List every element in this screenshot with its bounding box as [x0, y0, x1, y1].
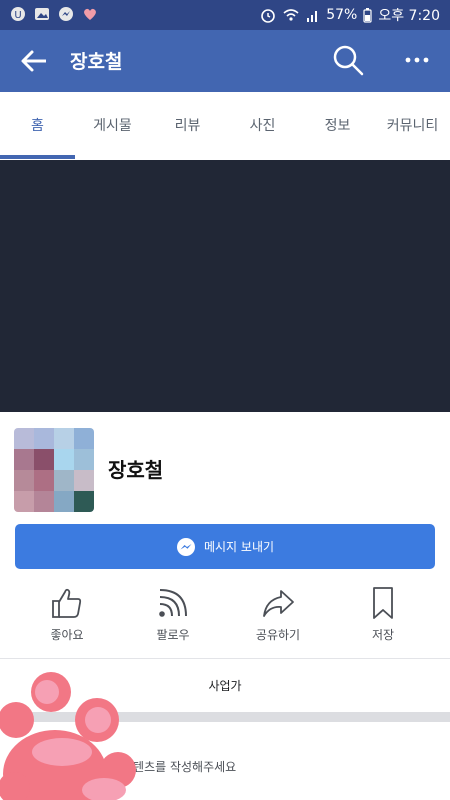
follow-button[interactable]: 팔로우: [117, 586, 229, 643]
status-time: 오후 7:20: [378, 8, 440, 24]
save-label: 저장: [371, 628, 395, 642]
profile-photo[interactable]: [14, 428, 94, 512]
svg-text:U: U: [14, 10, 21, 21]
top-app-bar: 장호철: [0, 30, 450, 92]
tab-community[interactable]: 커뮤니티: [375, 92, 450, 160]
active-tab-indicator: [0, 155, 75, 159]
page-title: 장호철: [70, 51, 123, 73]
battery-percent: 57%: [326, 7, 358, 23]
tab-posts[interactable]: 게시물: [75, 92, 150, 160]
tab-home[interactable]: 홈: [0, 92, 75, 160]
signal-icon: [307, 11, 318, 22]
status-left: U: [10, 6, 98, 22]
search-icon[interactable]: [332, 44, 364, 76]
share-label: 공유하기: [255, 628, 301, 642]
messenger-icon: [176, 537, 195, 556]
tab-about[interactable]: 정보: [300, 92, 375, 160]
like-button[interactable]: 좋아요: [11, 586, 123, 643]
status-bar: U 57% 오후 7:20: [0, 0, 450, 30]
bookmark-icon: [373, 587, 393, 619]
paw-sticker: [0, 672, 136, 800]
like-label: 좋아요: [50, 628, 84, 642]
more-icon[interactable]: [402, 48, 432, 72]
heart-icon: [84, 8, 96, 20]
back-arrow-icon[interactable]: [20, 48, 48, 74]
profile-name: 장호철: [108, 458, 164, 482]
save-button[interactable]: 저장: [327, 586, 439, 643]
send-message-button[interactable]: 메시지 보내기: [15, 524, 435, 569]
alarm-icon: [261, 9, 276, 23]
follow-icon: [159, 589, 187, 617]
gallery-icon: [35, 8, 49, 20]
action-row: 좋아요 팔로우 공유하기 저장: [0, 578, 450, 659]
share-icon: [263, 590, 294, 617]
tab-reviews[interactable]: 리뷰: [150, 92, 225, 160]
tab-photos[interactable]: 사진: [225, 92, 300, 160]
page-tabs: 홈 게시물 리뷰 사진 정보 커뮤니티: [0, 92, 450, 161]
u-plus-icon: U: [11, 7, 25, 21]
profile-section: 장호철: [0, 412, 450, 522]
share-button[interactable]: 공유하기: [222, 586, 334, 643]
follow-label: 팔로우: [156, 628, 190, 642]
cover-photo[interactable]: [0, 160, 450, 412]
messenger-icon: [59, 7, 73, 21]
status-right: 57% 오후 7:20: [260, 5, 440, 25]
wifi-icon: [283, 9, 299, 21]
send-message-label: 메시지 보내기: [203, 540, 275, 554]
battery-icon: [363, 8, 372, 23]
like-icon: [52, 588, 82, 618]
